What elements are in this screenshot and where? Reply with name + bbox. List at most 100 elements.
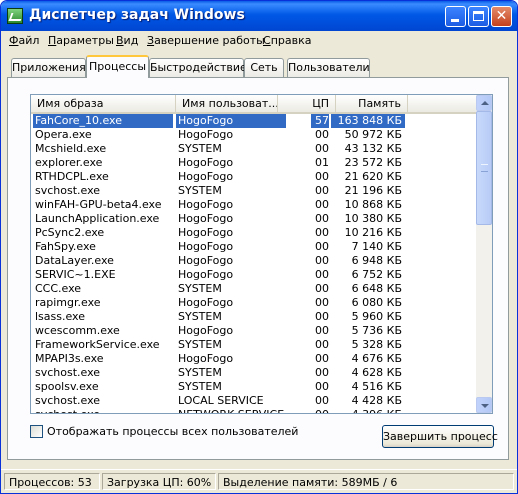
table-row[interactable]: Opera.exe HogoFogo 00 50 972 КБ: [31, 128, 476, 142]
table-row[interactable]: svchost.exe SYSTEM 00 4 628 КБ: [31, 366, 476, 380]
cpu-cell: 00: [315, 338, 329, 351]
menu-file[interactable]: Файл: [9, 34, 39, 47]
table-row[interactable]: FahCore_10.exe HogoFogo 57 163 848 КБ: [31, 114, 476, 128]
user-name-cell: SYSTEM: [178, 338, 222, 351]
table-row[interactable]: explorer.exe HogoFogo 01 23 572 КБ: [31, 156, 476, 170]
table-row[interactable]: CCC.exe SYSTEM 00 6 648 КБ: [31, 282, 476, 296]
menu-view[interactable]: Вид: [116, 34, 138, 47]
tab-network[interactable]: Сеть: [244, 58, 284, 77]
cpu-cell: 00: [315, 184, 329, 197]
process-name-cell: svchost.exe: [33, 408, 173, 413]
cpu-cell: 00: [315, 170, 329, 183]
memory-cell: 6 080 КБ: [351, 296, 402, 309]
cpu-cell: 00: [315, 128, 329, 141]
minimize-button[interactable]: [445, 6, 466, 27]
title-bar[interactable]: Диспетчер задач Windows ✕: [1, 1, 517, 31]
cpu-cell: 00: [315, 366, 329, 379]
process-rows: FahCore_10.exe HogoFogo 57 163 848 КБ Opera.…: [31, 114, 476, 413]
table-row[interactable]: svchost.exe LOCAL SERVICE 00 4 428 КБ: [31, 394, 476, 408]
grip-icon: [481, 164, 488, 172]
process-name-cell: FahCore_10.exe: [33, 114, 173, 128]
tab-applications[interactable]: Приложения: [11, 58, 86, 77]
column-cpu[interactable]: ЦП: [278, 95, 336, 112]
table-row[interactable]: svchost.exe SYSTEM 00 21 196 КБ: [31, 184, 476, 198]
user-name-cell: HogoFogo: [178, 296, 234, 309]
user-name-cell: SYSTEM: [178, 282, 222, 295]
memory-cell: 6 752 КБ: [351, 268, 402, 281]
user-name-cell: HogoFogo: [178, 240, 234, 253]
table-row[interactable]: DataLayer.exe HogoFogo 00 6 948 КБ: [31, 254, 476, 268]
tab-performance[interactable]: Быстродействие: [149, 58, 247, 77]
column-image-name[interactable]: Имя образа: [31, 95, 176, 112]
column-user-name[interactable]: Имя пользоват...: [176, 95, 278, 112]
maximize-button[interactable]: [468, 6, 489, 27]
cpu-cell: 00: [315, 282, 329, 295]
show-all-users-label[interactable]: Отображать процессы всех пользователей: [47, 425, 298, 438]
cpu-cell: 00: [315, 212, 329, 225]
memory-cell: 4 396 КБ: [331, 408, 405, 413]
end-process-button[interactable]: Завершить процесс: [382, 425, 498, 448]
process-name-cell: wcescomm.exe: [35, 324, 120, 337]
user-name-cell: HogoFogo: [178, 226, 234, 239]
process-list[interactable]: Имя образа Имя пользоват... ЦП Память Fa…: [30, 94, 493, 414]
cpu-cell: 00: [315, 352, 329, 365]
table-row[interactable]: Mcshield.exe SYSTEM 00 43 132 КБ: [31, 142, 476, 156]
table-row[interactable]: MPAPI3s.exe HogoFogo 00 4 676 КБ: [31, 352, 476, 366]
process-name-cell: explorer.exe: [35, 156, 103, 169]
scroll-thumb[interactable]: [476, 111, 492, 225]
process-name-cell: FahSpy.exe: [35, 240, 96, 253]
vertical-scrollbar[interactable]: [476, 95, 492, 413]
table-row[interactable]: svchost.exeNETWORK SERVICE 004 396 КБ: [31, 408, 476, 413]
cpu-cell: 00: [315, 324, 329, 337]
table-row[interactable]: winFAH-GPU-beta4.exe HogoFogo 00 10 868 КБ: [31, 198, 476, 212]
table-row[interactable]: FrameworkService.exe SYSTEM 00 5 328 КБ: [31, 338, 476, 352]
table-row[interactable]: lsass.exe SYSTEM 00 5 960 КБ: [31, 310, 476, 324]
task-manager-window: Диспетчер задач Windows ✕ Файл Параметры…: [0, 0, 518, 494]
memory-cell: 163 848 КБ: [331, 114, 405, 128]
user-name-cell: SYSTEM: [178, 142, 222, 155]
user-name-cell: NETWORK SERVICE: [176, 408, 286, 413]
memory-cell: 6 648 КБ: [351, 282, 402, 295]
user-name-cell: SYSTEM: [178, 366, 222, 379]
table-row[interactable]: RTHDCPL.exe HogoFogo 00 21 620 КБ: [31, 170, 476, 184]
table-row[interactable]: LaunchApplication.exe HogoFogo 00 10 380 КБ: [31, 212, 476, 226]
scroll-up-icon: [481, 101, 489, 105]
memory-cell: 4 428 КБ: [351, 394, 402, 407]
tab-processes[interactable]: Процессы: [86, 55, 149, 78]
scroll-down-button[interactable]: [476, 397, 492, 413]
memory-cell: 21 620 КБ: [344, 170, 402, 183]
column-memory[interactable]: Память: [336, 95, 408, 112]
table-row[interactable]: PcSync2.exe HogoFogo 00 10 216 КБ: [31, 226, 476, 240]
cpu-cell: 57: [311, 114, 329, 128]
process-name-cell: RTHDCPL.exe: [35, 170, 109, 183]
memory-cell: 4 628 КБ: [351, 366, 402, 379]
memory-cell: 4 516 КБ: [351, 380, 402, 393]
process-name-cell: lsass.exe: [35, 310, 85, 323]
menu-help[interactable]: Справка: [263, 34, 311, 47]
process-name-cell: rapimgr.exe: [35, 296, 101, 309]
scroll-up-button[interactable]: [476, 95, 492, 111]
process-name-cell: spoolsv.exe: [35, 380, 99, 393]
cpu-cell: 00: [315, 254, 329, 267]
process-name-cell: DataLayer.exe: [35, 254, 114, 267]
cpu-cell: 00: [315, 394, 329, 407]
table-row[interactable]: rapimgr.exe HogoFogo 00 6 080 КБ: [31, 296, 476, 310]
memory-cell: 6 948 КБ: [351, 254, 402, 267]
show-all-users-checkbox[interactable]: [30, 425, 43, 438]
status-cpu: Загрузка ЦП: 60%: [102, 473, 216, 490]
menu-options[interactable]: Параметры: [48, 34, 114, 47]
close-button[interactable]: ✕: [491, 6, 512, 27]
user-name-cell: HogoFogo: [178, 212, 234, 225]
minimize-icon: [451, 19, 459, 22]
tab-users[interactable]: Пользователи: [287, 58, 370, 77]
table-row[interactable]: FahSpy.exe HogoFogo 00 7 140 КБ: [31, 240, 476, 254]
table-row[interactable]: wcescomm.exe HogoFogo 00 5 736 КБ: [31, 324, 476, 338]
table-row[interactable]: SERVIC~1.EXE HogoFogo 00 6 752 КБ: [31, 268, 476, 282]
status-bar: Процессов: 53 Загрузка ЦП: 60% Выделение…: [1, 469, 517, 493]
process-name-cell: winFAH-GPU-beta4.exe: [35, 198, 162, 211]
list-header: Имя образа Имя пользоват... ЦП Память: [31, 95, 476, 114]
user-name-cell: HogoFogo: [178, 324, 234, 337]
menu-shutdown[interactable]: Завершение работы: [147, 34, 265, 47]
table-row[interactable]: spoolsv.exe SYSTEM 00 4 516 КБ: [31, 380, 476, 394]
user-name-cell: HogoFogo: [178, 156, 234, 169]
